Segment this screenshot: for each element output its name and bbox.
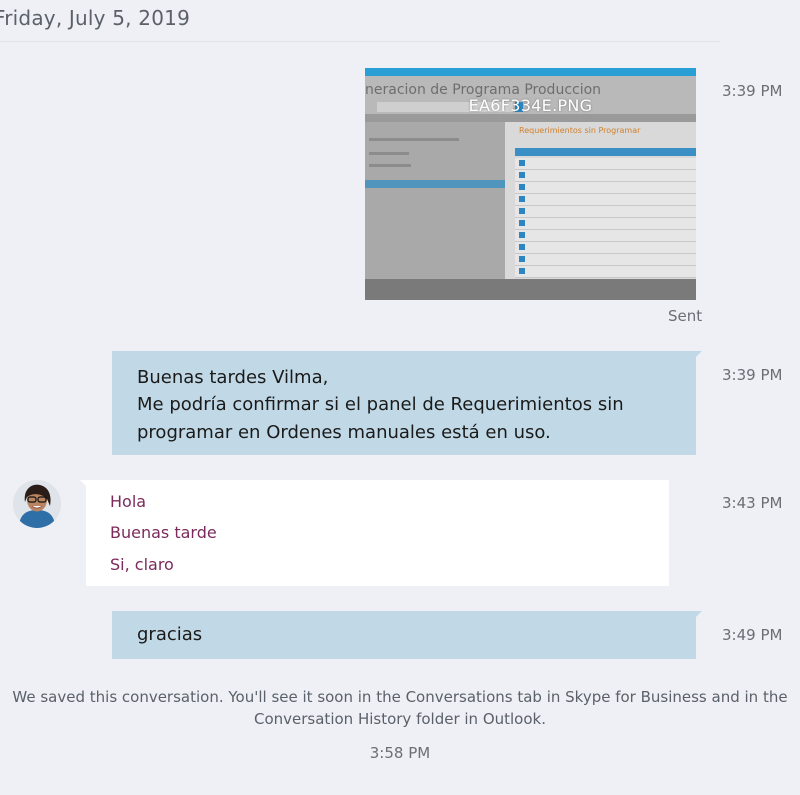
- message-time: 3:43 PM: [722, 494, 783, 512]
- contact-avatar[interactable]: [13, 480, 61, 528]
- preview-top-bar: [365, 68, 696, 76]
- preview-grid-row: [515, 194, 696, 206]
- message-line: Me podría confirmar si el panel de Reque…: [137, 394, 624, 415]
- message-time: 3:49 PM: [722, 626, 783, 644]
- preview-grid-row: [515, 206, 696, 218]
- outgoing-message[interactable]: gracias: [112, 611, 702, 659]
- incoming-message[interactable]: Hola Buenas tarde Si, claro: [80, 480, 669, 586]
- preview-grid-row: [515, 218, 696, 230]
- date-header: Friday, July 5, 2019: [0, 6, 190, 30]
- message-line: Si, claro: [110, 555, 174, 574]
- message-line: gracias: [137, 624, 203, 645]
- message-line: Buenas tarde: [110, 523, 217, 542]
- preview-grid-row: [515, 182, 696, 194]
- preview-grid-row: [515, 242, 696, 254]
- preview-grid-row: [515, 254, 696, 266]
- preview-grid-row: [515, 170, 696, 182]
- message-line: programar en Ordenes manuales está en us…: [137, 422, 551, 443]
- preview-grid-row: [515, 230, 696, 242]
- preview-text-line: [369, 164, 411, 167]
- preview-grid-header: [515, 148, 696, 156]
- notice-line: We saved this conversation. You'll see i…: [12, 688, 788, 706]
- message-time: 3:39 PM: [722, 82, 783, 100]
- preview-left-header: [365, 180, 505, 188]
- preview-grid-row: [515, 158, 696, 170]
- attachment-filename: EA6F334E.PNG: [468, 96, 593, 115]
- date-divider: [0, 41, 720, 42]
- message-line: Hola: [110, 492, 147, 511]
- preview-text-line: [369, 138, 459, 141]
- user-avatar-icon: [13, 480, 61, 528]
- preview-text-line: [369, 152, 409, 155]
- conversation-saved-notice: We saved this conversation. You'll see i…: [10, 686, 790, 730]
- image-attachment[interactable]: neracion de Programa Produccion Requerim…: [365, 68, 696, 300]
- delivery-status: Sent: [668, 307, 703, 325]
- outgoing-message[interactable]: Buenas tardes Vilma, Me podría confirmar…: [112, 351, 702, 455]
- preview-grid-row: [515, 266, 696, 278]
- message-line: Buenas tardes Vilma,: [137, 367, 329, 388]
- notice-line: Conversation History folder in Outlook.: [254, 710, 546, 728]
- preview-bottom-bar: [365, 279, 696, 300]
- notice-time: 3:58 PM: [369, 744, 431, 762]
- preview-panel-title: Requerimientos sin Programar: [519, 126, 641, 135]
- message-time: 3:39 PM: [722, 366, 783, 384]
- preview-left-panel: [365, 122, 505, 300]
